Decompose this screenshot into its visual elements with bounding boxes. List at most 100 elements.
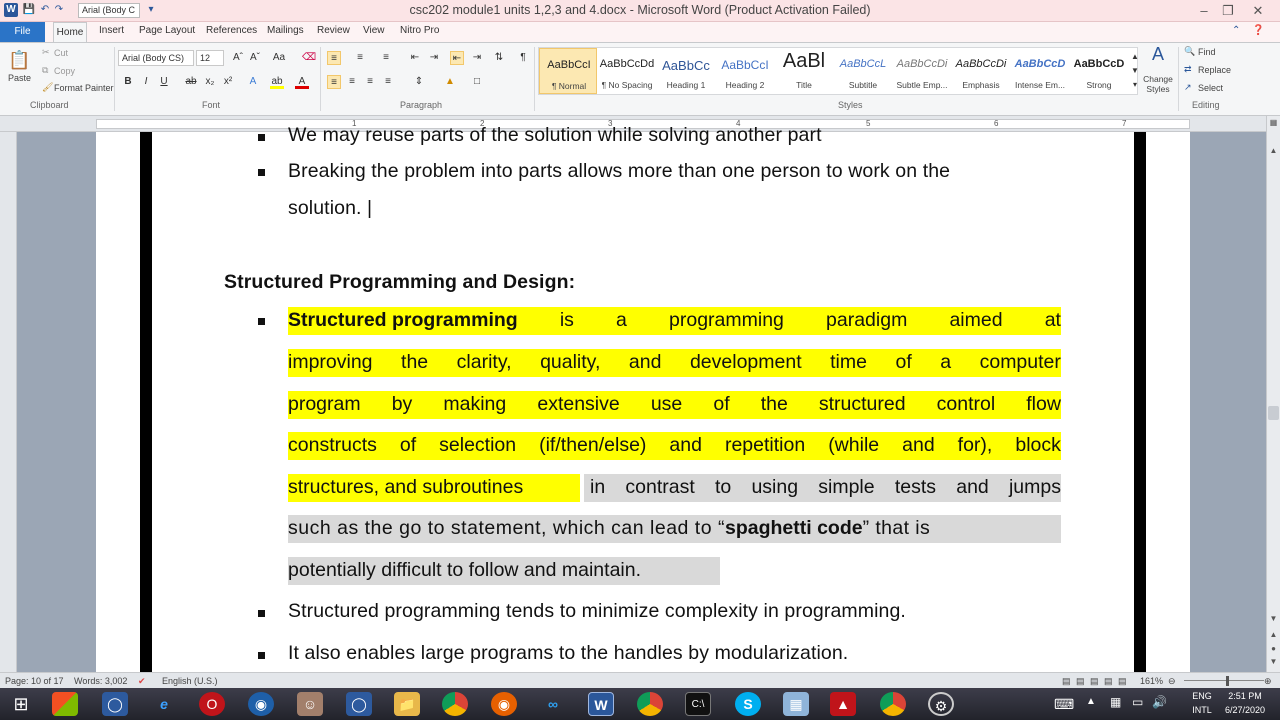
chrome-icon[interactable] — [880, 692, 906, 716]
tab-nitro-pro[interactable]: Nitro Pro — [400, 25, 439, 36]
vertical-scrollbar[interactable]: ▦ ▲ ▼ ▲ ● ▼ — [1266, 116, 1280, 672]
doc-line[interactable]: Breaking the problem into parts allows m… — [288, 160, 950, 183]
superscript-icon[interactable]: x² — [221, 75, 235, 89]
style-heading-2[interactable]: AaBbCcI Heading 2 — [716, 48, 774, 94]
gallery-more-icon[interactable]: ▾ — [1128, 78, 1142, 92]
scroll-up-icon[interactable]: ▲ — [1268, 146, 1279, 157]
italic-icon[interactable]: I — [139, 75, 153, 89]
rtl-icon[interactable]: ⇥ — [470, 51, 484, 65]
terminal-icon[interactable]: C:\ — [685, 692, 711, 716]
zoom-slider[interactable] — [1184, 680, 1264, 681]
doc-line[interactable]: improving the clarity, quality, and deve… — [288, 349, 1061, 377]
style-intense-emphasis[interactable]: AaBbCcD Intense Em... — [1011, 48, 1069, 94]
underline-icon[interactable]: U — [157, 75, 171, 89]
visual-studio-icon[interactable]: ∞ — [540, 692, 566, 716]
close-button[interactable]: ✕ — [1246, 2, 1270, 19]
browse-object-icon[interactable]: ● — [1268, 644, 1279, 655]
doc-line[interactable]: We may reuse parts of the solution while… — [288, 124, 822, 147]
doc-line[interactable]: potentially difficult to follow and main… — [288, 557, 720, 585]
align-right-icon[interactable]: ≡ — [363, 75, 377, 89]
decrease-indent-icon[interactable]: ⇤ — [408, 51, 422, 65]
network-icon[interactable]: ▦ — [1110, 695, 1121, 709]
media-icon[interactable]: ☺ — [297, 692, 323, 716]
copy-icon[interactable]: ⧉ — [42, 65, 48, 76]
change-styles-icon[interactable]: A — [1148, 45, 1168, 67]
clock-date[interactable]: 6/27/2020 — [1218, 705, 1272, 715]
find-button[interactable]: Find — [1198, 47, 1216, 57]
cut-icon[interactable]: ✂ — [42, 47, 50, 58]
doc-line[interactable]: Structured programming is a programming … — [288, 307, 1061, 335]
acrobat-icon[interactable]: ▲ — [830, 692, 856, 716]
sort-icon[interactable]: ⇅ — [492, 51, 506, 65]
gallery-scroll-up-icon[interactable]: ▲ — [1128, 50, 1142, 64]
store-icon[interactable] — [52, 692, 78, 716]
zoom-level[interactable]: 161% — [1140, 676, 1163, 686]
shrink-font-icon[interactable]: Aˇ — [248, 51, 262, 65]
gallery-scroll-down-icon[interactable]: ▼ — [1128, 64, 1142, 78]
borders-icon[interactable]: □ — [470, 75, 484, 89]
tab-review[interactable]: Review — [317, 25, 350, 36]
tab-insert[interactable]: Insert — [99, 25, 124, 36]
doc-line[interactable]: program by making extensive use of the s… — [288, 391, 1061, 419]
cut-button[interactable]: Cut — [54, 48, 68, 58]
help-icon[interactable]: ❓ — [1252, 25, 1264, 36]
style-subtitle[interactable]: AaBbCcL Subtitle — [834, 48, 892, 94]
browser-icon[interactable]: ◉ — [248, 692, 274, 716]
style-strong[interactable]: AaBbCcD Strong — [1070, 48, 1128, 94]
doc-line[interactable]: in contrast to using simple tests and ju… — [584, 474, 1061, 502]
previous-page-icon[interactable]: ▲ — [1268, 630, 1279, 641]
skype-icon[interactable]: S — [735, 692, 761, 716]
restore-button[interactable]: ❐ — [1216, 2, 1240, 19]
word-taskbar-icon[interactable]: W — [588, 692, 614, 716]
view-web-layout-icon[interactable]: ▤ — [1090, 676, 1099, 687]
clear-formatting-icon[interactable]: ⌫ — [302, 51, 316, 65]
font-size-combo[interactable]: 12 — [196, 50, 224, 66]
select-icon[interactable]: ↗ — [1184, 82, 1192, 93]
grow-font-icon[interactable]: Aˆ — [231, 51, 245, 65]
input-language[interactable]: ENG — [1190, 691, 1214, 701]
doc-line[interactable]: such as the go to statement, which can l… — [288, 515, 1061, 543]
tab-view[interactable]: View — [363, 25, 385, 36]
doc-line[interactable]: It also enables large programs to the ha… — [288, 642, 848, 665]
tray-expand-icon[interactable]: ▲ — [1086, 696, 1096, 707]
change-case-icon[interactable]: Aa — [272, 51, 286, 65]
view-ruler-icon[interactable]: ▦ — [1268, 118, 1279, 129]
bullets-icon[interactable]: ≡ — [327, 51, 341, 65]
word-count[interactable]: Words: 3,002 — [74, 676, 127, 686]
scrollbar-thumb[interactable] — [1268, 406, 1279, 420]
shading-icon[interactable]: ▲ — [443, 75, 457, 89]
zoom-in-icon[interactable]: ⊕ — [1264, 676, 1272, 687]
font-family-combo[interactable]: Arial (Body CS) — [118, 50, 194, 66]
bold-icon[interactable]: B — [121, 75, 135, 89]
multilevel-list-icon[interactable]: ≡ — [379, 51, 393, 65]
doc-line[interactable]: Structured programming tends to minimize… — [288, 600, 906, 623]
app-icon[interactable]: ⚙ — [928, 692, 954, 716]
tab-file[interactable]: File — [0, 22, 45, 42]
view-full-screen-icon[interactable]: ▤ — [1076, 676, 1085, 687]
minimize-ribbon-icon[interactable]: ⌃ — [1232, 25, 1240, 36]
doc-line-highlight[interactable]: structures, and subroutines — [288, 474, 580, 502]
view-outline-icon[interactable]: ▤ — [1104, 676, 1113, 687]
zoom-slider-thumb[interactable] — [1226, 676, 1229, 686]
keyboard-layout[interactable]: INTL — [1190, 705, 1214, 715]
style-emphasis[interactable]: AaBbCcDi Emphasis — [952, 48, 1010, 94]
format-painter-icon[interactable]: 🖌 — [42, 82, 53, 93]
subscript-icon[interactable]: x₂ — [203, 75, 217, 89]
minimize-button[interactable]: – — [1192, 2, 1216, 19]
paste-icon[interactable]: 📋 — [8, 49, 30, 71]
show-marks-icon[interactable]: ¶ — [516, 51, 530, 65]
replace-icon[interactable]: ⇄ — [1184, 64, 1192, 75]
format-painter-button[interactable]: Format Painter — [54, 83, 114, 93]
tab-mailings[interactable]: Mailings — [267, 25, 304, 36]
font-color-icon[interactable]: A — [295, 75, 309, 89]
view-draft-icon[interactable]: ▤ — [1118, 676, 1127, 687]
clock-time[interactable]: 2:51 PM — [1218, 691, 1272, 701]
proofing-icon[interactable]: ✔ — [138, 676, 146, 687]
scroll-down-icon[interactable]: ▼ — [1268, 614, 1279, 625]
tab-home[interactable]: Home — [53, 22, 87, 43]
app-icon[interactable]: ▦ — [783, 692, 809, 716]
style-title[interactable]: AaBl Title — [775, 48, 833, 94]
start-icon[interactable]: ⊞ — [8, 692, 34, 716]
line-spacing-icon[interactable]: ⇕ — [412, 75, 426, 89]
find-icon[interactable]: 🔍 — [1184, 46, 1195, 57]
